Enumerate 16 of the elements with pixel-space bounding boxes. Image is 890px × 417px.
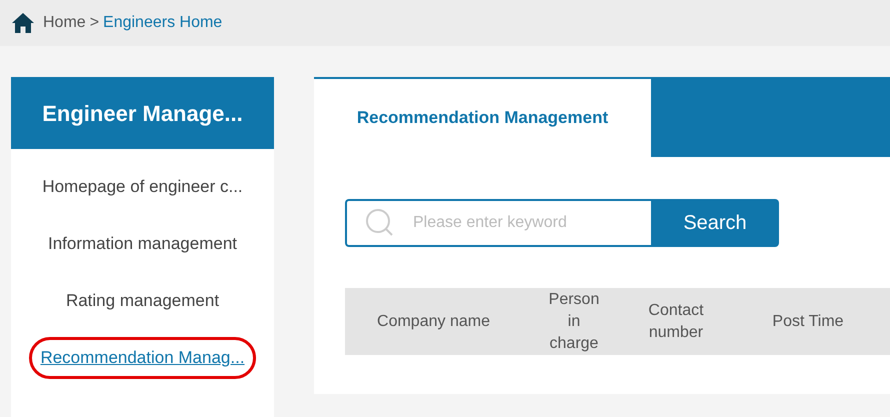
search-button[interactable]: Search bbox=[651, 199, 779, 247]
sidebar-item[interactable]: Recommendation Manag... bbox=[29, 337, 256, 379]
sidebar-item[interactable]: Rating management bbox=[66, 289, 220, 313]
sidebar-item[interactable]: Homepage of engineer c... bbox=[42, 175, 243, 199]
search-field[interactable]: Please enter keyword bbox=[345, 199, 651, 247]
column-header: Post Time bbox=[771, 312, 845, 332]
breadcrumb-separator: > bbox=[90, 13, 100, 33]
sidebar-item[interactable]: Information management bbox=[48, 232, 237, 256]
sidebar-title: Engineer Manage... bbox=[42, 100, 243, 128]
column-header: Person in charge bbox=[548, 290, 600, 354]
home-icon[interactable] bbox=[11, 12, 35, 34]
column-header: Contact number bbox=[647, 300, 705, 342]
breadcrumb-link[interactable]: Home bbox=[43, 11, 86, 35]
breadcrumb-current[interactable]: Engineers Home bbox=[103, 11, 222, 35]
search-icon bbox=[365, 208, 395, 238]
column-header: Company name bbox=[376, 312, 491, 332]
